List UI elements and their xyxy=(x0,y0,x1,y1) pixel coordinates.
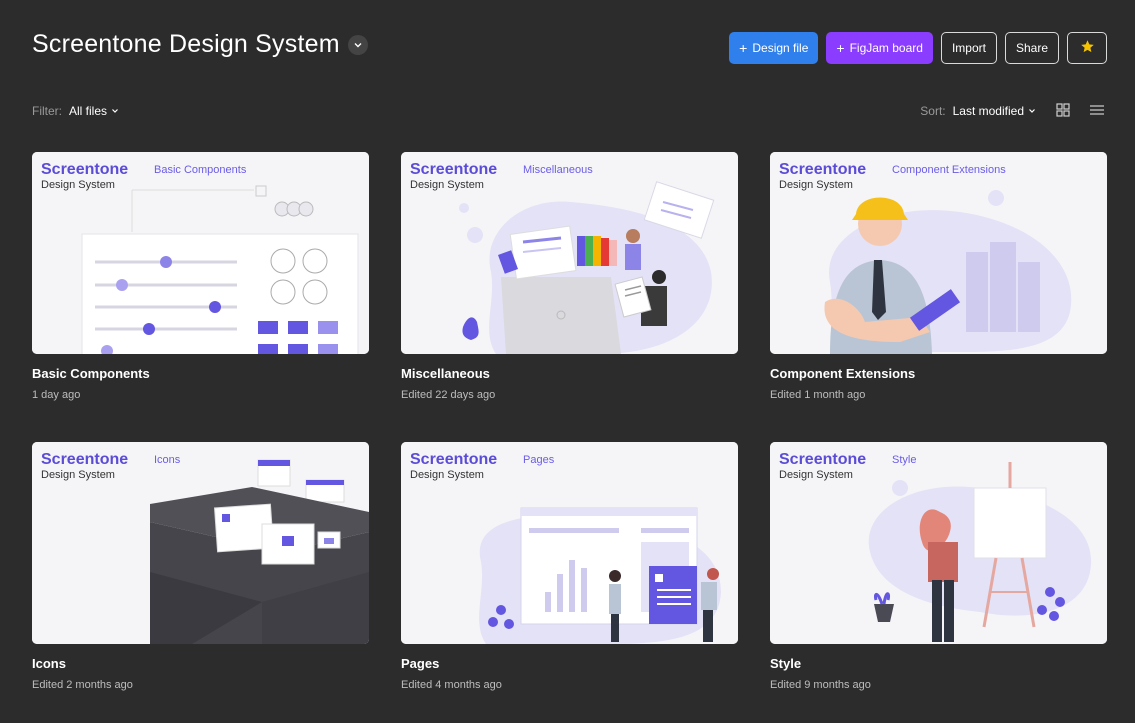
share-label: Share xyxy=(1015,41,1048,55)
brand-name: Screentone xyxy=(410,161,498,178)
brand-name: Screentone xyxy=(41,451,129,468)
file-thumbnail: Screentone Design System Basic Component… xyxy=(32,152,369,354)
import-button[interactable]: Import xyxy=(940,32,997,64)
toolbar: Filter: All files Sort: Last modified xyxy=(32,103,1107,120)
file-title: Pages xyxy=(401,656,440,671)
filter: Filter: All files xyxy=(32,104,120,118)
brand-subtitle: Design System xyxy=(41,179,115,191)
sort: Sort: Last modified xyxy=(920,104,1037,118)
thumbnail-tag: Basic Components xyxy=(154,164,247,176)
thumbnail-tag: Pages xyxy=(523,454,555,466)
file-meta: Edited 22 days ago xyxy=(401,389,496,401)
plus-icon: + xyxy=(739,40,748,56)
new-figjam-board-button[interactable]: + FigJam board xyxy=(826,32,933,64)
file-card[interactable]: Screentone Design System Pages Pages Edi… xyxy=(401,442,738,691)
file-meta: Edited 1 month ago xyxy=(770,389,866,401)
file-meta: Edited 9 months ago xyxy=(770,679,871,691)
file-meta: Edited 4 months ago xyxy=(401,679,502,691)
file-card[interactable]: Screentone Design System Style Style Edi… xyxy=(770,442,1107,691)
file-card[interactable]: Screentone Design System Miscellaneous M… xyxy=(401,152,738,401)
brand-subtitle: Design System xyxy=(779,469,853,481)
thumbnail-brand: Screentone Design System xyxy=(41,161,128,191)
list-view-icon[interactable] xyxy=(1087,100,1107,120)
sort-label: Sort: xyxy=(920,104,946,118)
share-button[interactable]: Share xyxy=(1004,32,1059,64)
sort-dropdown[interactable]: Last modified xyxy=(953,104,1037,118)
thumbnail-tag: Component Extensions xyxy=(892,164,1006,176)
file-title: Component Extensions xyxy=(770,366,916,381)
grid-view-icon[interactable] xyxy=(1053,100,1073,120)
favorite-button[interactable] xyxy=(1067,32,1107,64)
brand-subtitle: Design System xyxy=(410,469,484,481)
thumbnail-brand: Screentone Design System xyxy=(779,161,866,191)
thumbnail-brand: Screentone Design System xyxy=(41,451,128,481)
plus-icon: + xyxy=(836,40,845,56)
brand-name: Screentone xyxy=(779,161,867,178)
project-title-wrap: Screentone Design System xyxy=(32,30,368,59)
filter-label: Filter: xyxy=(32,104,62,118)
new-design-file-button[interactable]: + Design file xyxy=(729,32,819,64)
page-title: Screentone Design System xyxy=(32,30,340,58)
design-file-label: Design file xyxy=(752,41,809,55)
chevron-down-icon[interactable] xyxy=(347,34,368,55)
thumbnail-brand: Screentone Design System xyxy=(410,451,497,481)
file-title: Miscellaneous xyxy=(401,366,490,381)
file-thumbnail: Screentone Design System Pages xyxy=(401,442,738,644)
file-card[interactable]: Screentone Design System Component Exten… xyxy=(770,152,1107,401)
file-card[interactable]: Screentone Design System Icons Icons Edi… xyxy=(32,442,369,691)
file-meta: Edited 2 months ago xyxy=(32,679,133,691)
header: Screentone Design System + Design file +… xyxy=(32,30,1107,66)
thumbnail-tag: Style xyxy=(892,454,917,466)
filter-value: All files xyxy=(69,104,108,118)
sort-value: Last modified xyxy=(952,104,1024,118)
file-thumbnail: Screentone Design System Style xyxy=(770,442,1107,644)
chevron-down-icon xyxy=(1029,109,1035,113)
figjam-board-label: FigJam board xyxy=(849,41,923,55)
header-actions: + Design file + FigJam board Import Shar… xyxy=(729,32,1107,64)
brand-subtitle: Design System xyxy=(779,179,853,191)
thumbnail-tag: Icons xyxy=(154,454,181,466)
chevron-down-icon xyxy=(112,109,118,113)
file-thumbnail: Screentone Design System Component Exten… xyxy=(770,152,1107,354)
filter-dropdown[interactable]: All files xyxy=(69,104,120,118)
brand-subtitle: Design System xyxy=(410,179,484,191)
star-icon xyxy=(1080,39,1095,57)
thumbnail-brand: Screentone Design System xyxy=(410,161,497,191)
brand-name: Screentone xyxy=(779,451,867,468)
file-meta: 1 day ago xyxy=(32,389,81,401)
brand-name: Screentone xyxy=(410,451,498,468)
thumbnail-brand: Screentone Design System xyxy=(779,451,866,481)
view-toggles xyxy=(1053,100,1107,120)
brand-subtitle: Design System xyxy=(41,469,115,481)
import-label: Import xyxy=(951,41,986,55)
brand-name: Screentone xyxy=(41,161,129,178)
file-card[interactable]: Screentone Design System Basic Component… xyxy=(32,152,369,401)
thumbnail-tag: Miscellaneous xyxy=(523,164,593,176)
file-thumbnail: Screentone Design System Icons xyxy=(32,442,369,644)
file-title: Icons xyxy=(32,656,66,671)
file-title: Style xyxy=(770,656,802,671)
file-thumbnail: Screentone Design System Miscellaneous xyxy=(401,152,738,354)
file-title: Basic Components xyxy=(32,366,150,381)
